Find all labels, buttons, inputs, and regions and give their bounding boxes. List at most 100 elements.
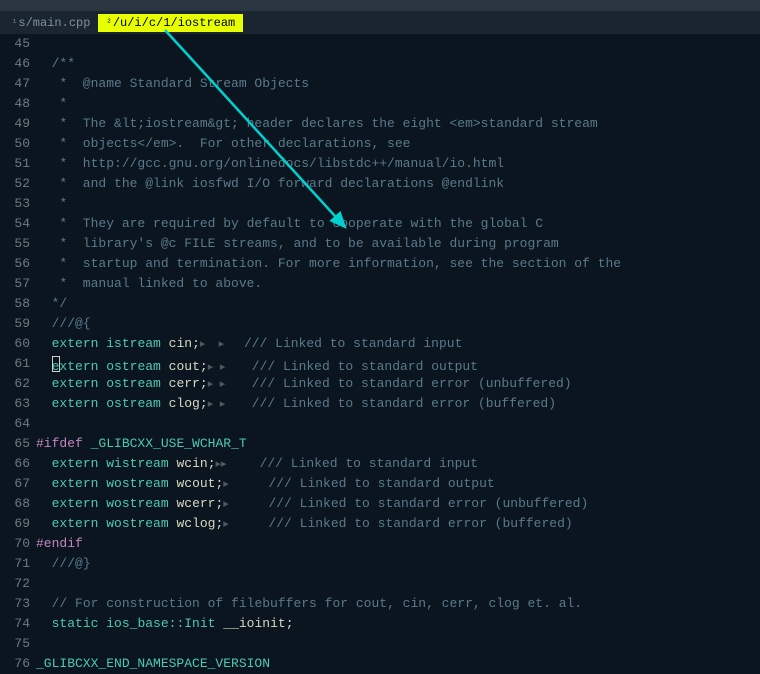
line-number: 58 (0, 294, 30, 314)
code-line[interactable]: * library's @c FILE streams, and to be a… (36, 234, 760, 254)
code-token: /** (52, 56, 75, 71)
code-line[interactable]: static ios_base::Init __ioinit; (36, 614, 760, 634)
code-line[interactable]: extern wostream wcerr;▸ /// Linked to st… (36, 494, 760, 514)
code-line[interactable]: extern ostream cout;▸ ▸ /// Linked to st… (36, 354, 760, 374)
code-line[interactable]: _GLIBCXX_END_NAMESPACE_VERSION (36, 654, 760, 674)
line-number: 73 (0, 594, 30, 614)
code-token (36, 56, 52, 71)
whitespace-marker: ▸ ▸ (200, 339, 244, 351)
code-line[interactable] (36, 34, 760, 54)
code-line[interactable]: extern istream cin;▸ ▸ /// Linked to sta… (36, 334, 760, 354)
code-line[interactable]: extern wostream wcout;▸ /// Linked to st… (36, 474, 760, 494)
whitespace-marker: ▸ (223, 479, 268, 491)
code-line[interactable]: extern wostream wclog;▸ /// Linked to st… (36, 514, 760, 534)
code-line[interactable] (36, 634, 760, 654)
code-token: /// Linked to standard input (260, 456, 478, 471)
code-token (36, 359, 52, 374)
line-number: 71 (0, 554, 30, 574)
code-token (161, 336, 169, 351)
line-number: 61 (0, 354, 30, 374)
code-token: extern (52, 516, 99, 531)
code-token: extern (52, 396, 99, 411)
code-token: ; (200, 396, 208, 411)
code-token (161, 396, 169, 411)
code-token: * @name Standard Stream Objects (36, 76, 309, 91)
window-titlebar (0, 0, 760, 12)
tab-index: ² (106, 18, 111, 28)
code-token: * objects</em>. For other declarations, … (36, 136, 410, 151)
code-token: xtern (59, 359, 98, 374)
code-line[interactable]: extern wistream wcin;▸▸ /// Linked to st… (36, 454, 760, 474)
code-token: wclog (176, 516, 215, 531)
code-token: ; (286, 616, 294, 631)
line-number: 54 (0, 214, 30, 234)
code-token (36, 336, 52, 351)
code-line[interactable]: * startup and termination. For more info… (36, 254, 760, 274)
code-line[interactable]: /** (36, 54, 760, 74)
code-token (36, 496, 52, 511)
code-line[interactable]: * @name Standard Stream Objects (36, 74, 760, 94)
code-token: * manual linked to above. (36, 276, 262, 291)
code-token: /// Linked to standard error (unbuffered… (252, 376, 572, 391)
code-line[interactable]: ///@{ (36, 314, 760, 334)
tab-main-cpp[interactable]: ¹s/main.cpp (4, 14, 98, 32)
code-token (36, 376, 52, 391)
code-token: /// Linked to standard output (252, 359, 478, 374)
line-number: 72 (0, 574, 30, 594)
code-token: * startup and termination. For more info… (36, 256, 621, 271)
code-line[interactable]: #endif (36, 534, 760, 554)
code-line[interactable]: * objects</em>. For other declarations, … (36, 134, 760, 154)
line-number: 48 (0, 94, 30, 114)
code-area[interactable]: /** * @name Standard Stream Objects * * … (36, 34, 760, 654)
code-line[interactable]: * (36, 194, 760, 214)
code-line[interactable]: * manual linked to above. (36, 274, 760, 294)
code-token: /// Linked to standard output (268, 476, 494, 491)
code-token: wcin (176, 456, 207, 471)
code-line[interactable]: * http://gcc.gnu.org/onlinedocs/libstdc+… (36, 154, 760, 174)
cursor (52, 356, 60, 372)
code-line[interactable]: * and the @link iosfwd I/O forward decla… (36, 174, 760, 194)
code-token: wistream (106, 456, 168, 471)
line-number: 67 (0, 474, 30, 494)
code-token: * (36, 196, 67, 211)
code-token: * They are required by default to cooper… (36, 216, 543, 231)
whitespace-marker: ▸▸ (216, 459, 260, 471)
code-token: ///@{ (52, 316, 91, 331)
line-number: 56 (0, 254, 30, 274)
code-line[interactable] (36, 574, 760, 594)
line-number: 69 (0, 514, 30, 534)
code-token: clog (169, 396, 200, 411)
code-line[interactable] (36, 414, 760, 434)
code-line[interactable]: ///@} (36, 554, 760, 574)
line-number: 57 (0, 274, 30, 294)
code-line[interactable]: #ifdef _GLIBCXX_USE_WCHAR_T (36, 434, 760, 454)
code-token: ostream (106, 396, 161, 411)
code-editor[interactable]: 4546474849505152535455565758596061626364… (0, 34, 760, 654)
code-line[interactable]: extern ostream cerr;▸ ▸ /// Linked to st… (36, 374, 760, 394)
code-token: extern (52, 476, 99, 491)
code-token (36, 556, 52, 571)
tab-iostream[interactable]: ²/u/i/c/1/iostream (98, 14, 243, 32)
whitespace-marker: ▸ ▸ (208, 379, 252, 391)
line-number: 65 (0, 434, 30, 454)
code-token: ///@} (52, 556, 91, 571)
code-line[interactable]: */ (36, 294, 760, 314)
code-line[interactable]: * (36, 94, 760, 114)
code-line[interactable]: extern ostream clog;▸ ▸ /// Linked to st… (36, 394, 760, 414)
code-line[interactable]: * They are required by default to cooper… (36, 214, 760, 234)
line-number-gutter: 4546474849505152535455565758596061626364… (0, 34, 36, 654)
code-token (36, 316, 52, 331)
code-line[interactable]: // For construction of filebuffers for c… (36, 594, 760, 614)
line-number: 53 (0, 194, 30, 214)
code-line[interactable]: * The &lt;iostream&gt; header declares t… (36, 114, 760, 134)
line-number: 55 (0, 234, 30, 254)
line-number: 50 (0, 134, 30, 154)
code-token: /// Linked to standard error (buffered) (252, 396, 556, 411)
code-token: extern (52, 376, 99, 391)
line-number: 46 (0, 54, 30, 74)
code-token: */ (36, 296, 67, 311)
tab-label: /u/i/c/1/iostream (113, 16, 235, 30)
code-token: * http://gcc.gnu.org/onlinedocs/libstdc+… (36, 156, 504, 171)
line-number: 74 (0, 614, 30, 634)
code-token (36, 396, 52, 411)
